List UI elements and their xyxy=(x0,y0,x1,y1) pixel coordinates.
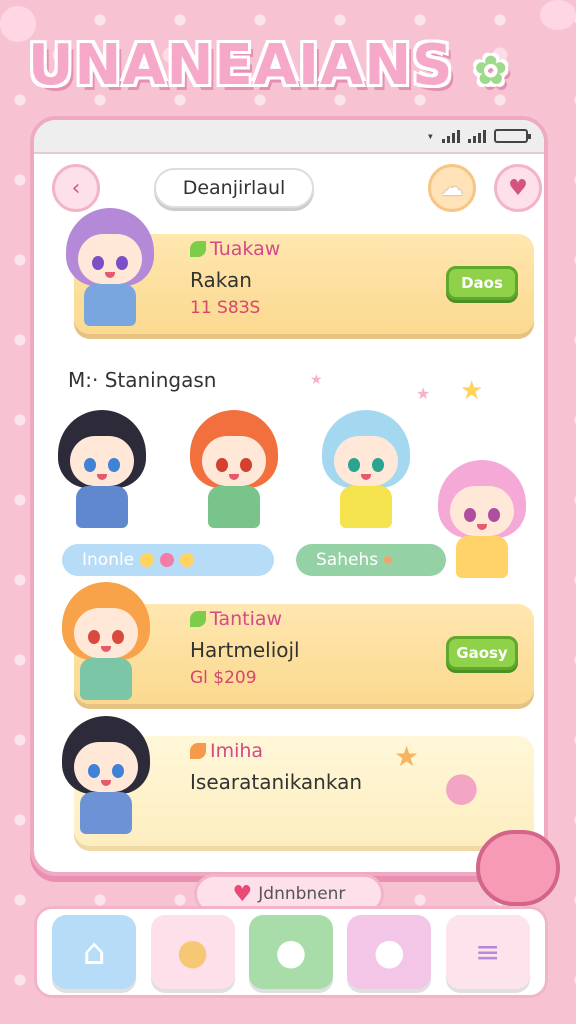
menu-icon: ≡ xyxy=(475,934,501,970)
dot-icon xyxy=(160,553,175,567)
pig-icon: ● xyxy=(444,764,479,810)
bottom-nav: ⌂ ● ● ● ≡ xyxy=(34,906,548,998)
pet-icon: ☁ xyxy=(441,175,463,201)
dot-icon xyxy=(140,553,155,567)
star-decoration: ★ xyxy=(460,376,484,406)
search-text: Deanjirlaul xyxy=(182,177,286,199)
group-pill[interactable]: Inonle xyxy=(62,544,274,576)
group-pill[interactable]: Sahehs xyxy=(296,544,446,576)
chevron-left-icon: ‹ xyxy=(71,175,81,201)
card-title: Tantiaw xyxy=(190,608,300,630)
card-price: 11 S8ЗS xyxy=(190,298,261,318)
logo-letters: UNANEAIANS xyxy=(28,33,454,98)
battery-icon xyxy=(494,129,531,143)
card-title-text: Tuakaw xyxy=(210,238,281,260)
section-title: M:· Staningasn xyxy=(68,368,217,392)
card-info: Tuakaw Rakan 11 S8ЗS xyxy=(190,238,280,318)
card-info: Imiha Isearatanikankan xyxy=(190,740,362,794)
heart-icon: ♥ xyxy=(232,881,253,907)
dot-icon xyxy=(180,553,195,567)
search-field[interactable]: Deanjirlaul xyxy=(154,168,314,208)
card-subtitle: Rakan xyxy=(190,268,252,292)
card-title: Tuakaw xyxy=(190,238,280,260)
character-avatar xyxy=(316,410,416,530)
card-subtitle: Hartmeliojl xyxy=(190,638,300,662)
pill-label: Sahehs xyxy=(316,550,379,570)
star-decoration: ★ xyxy=(310,372,323,388)
signal-icon xyxy=(468,129,486,143)
star-decoration: ★ xyxy=(416,384,431,403)
phone-screen: ▾ ‹ Deanjirlaul ☁ ♥ Tuakaw Rakan 11 S8ЗS… xyxy=(30,116,548,876)
nav-bunny[interactable]: ● xyxy=(347,915,432,989)
card-info: Tantiaw Hartmeliojl Gl $209 xyxy=(190,608,300,688)
character-avatar xyxy=(432,460,532,580)
character-avatar xyxy=(56,716,156,836)
home-icon: ⌂ xyxy=(82,931,106,973)
chat-label: Jdnnbnenr xyxy=(258,884,346,904)
card-title-text: Tantiaw xyxy=(210,608,283,630)
card-subtitle: Isearatanikankan xyxy=(190,770,363,794)
leaf-icon xyxy=(190,241,206,257)
app-logo: UNANEAIANS ✿ xyxy=(28,26,548,106)
signal-icon xyxy=(442,129,460,143)
nav-home[interactable]: ⌂ xyxy=(52,915,137,989)
character-avatar xyxy=(60,208,160,328)
chat-icon: ● xyxy=(275,931,307,973)
bear-icon: ● xyxy=(176,931,209,973)
bunny-icon: ● xyxy=(373,931,406,973)
heart-icon: ♥ xyxy=(508,175,528,201)
nav-chat[interactable]: ● xyxy=(248,915,333,989)
character-avatar xyxy=(184,410,284,530)
leaf-icon xyxy=(190,611,206,627)
card-price: Gl $209 xyxy=(190,668,257,688)
leaf-icon xyxy=(190,743,206,759)
card-title-text: Imiha xyxy=(210,740,264,762)
pill-label: Inonle xyxy=(82,550,135,570)
card-title: Imiha xyxy=(190,740,362,762)
wifi-icon: ▾ xyxy=(426,129,434,143)
character-avatar xyxy=(56,582,156,702)
heart-decoration xyxy=(476,830,560,906)
character-avatar xyxy=(52,410,152,530)
card-action-button[interactable]: Gaosy xyxy=(446,636,518,670)
nav-bear[interactable]: ● xyxy=(150,915,235,989)
pet-button[interactable]: ☁ xyxy=(428,164,476,212)
favorites-button[interactable]: ♥ xyxy=(494,164,542,212)
bunny-icon: ✿ xyxy=(474,48,509,94)
star-decoration: ★ xyxy=(394,740,420,773)
status-bar: ▾ xyxy=(34,120,544,154)
nav-menu[interactable]: ≡ xyxy=(445,915,530,989)
dot-icon xyxy=(384,556,393,564)
card-action-button[interactable]: Daos xyxy=(446,266,518,300)
back-button[interactable]: ‹ xyxy=(52,164,100,212)
